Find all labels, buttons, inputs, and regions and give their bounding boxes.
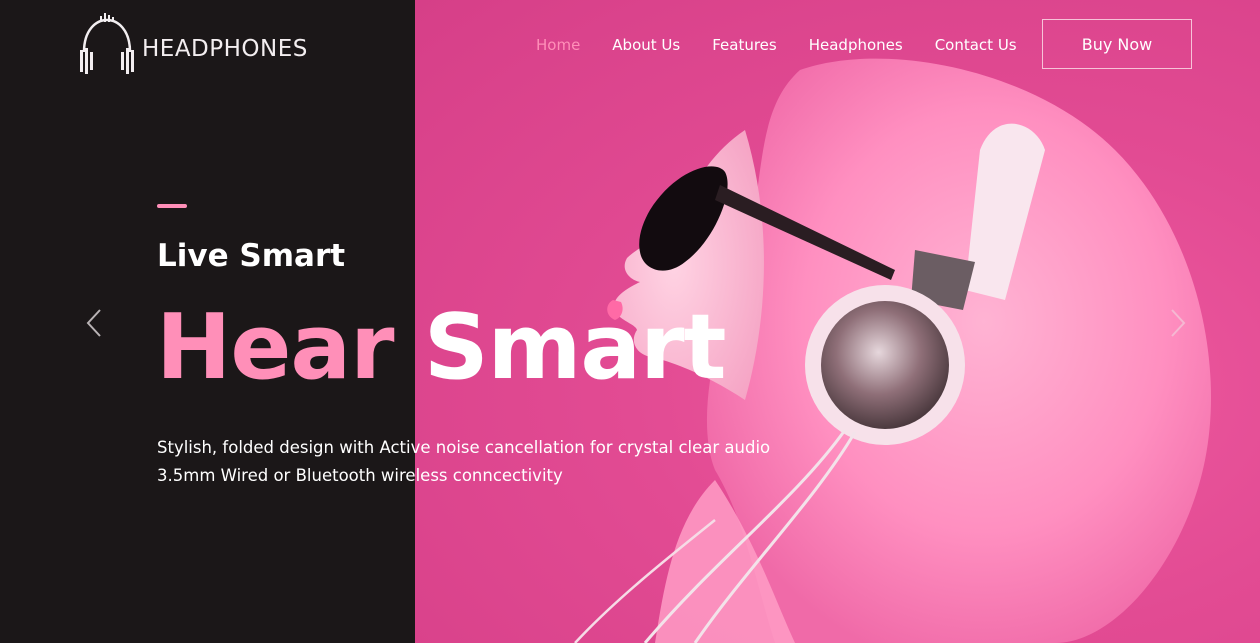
nav-about-us[interactable]: About Us <box>612 36 680 54</box>
main-navigation: Home About Us Features Headphones Contac… <box>536 36 1017 54</box>
nav-contact-us[interactable]: Contact Us <box>935 36 1017 54</box>
site-logo[interactable]: HEADPHONES <box>76 12 308 78</box>
buy-now-button[interactable]: Buy Now <box>1042 19 1192 69</box>
headline-word-hear: Hear <box>156 295 394 400</box>
headphones-logo-icon <box>80 13 134 74</box>
hero-kicker: Live Smart <box>157 238 346 274</box>
chevron-right-icon <box>1171 309 1186 337</box>
nav-headphones[interactable]: Headphones <box>809 36 903 54</box>
logo-text: HEADPHONES <box>142 36 308 62</box>
chevron-left-icon <box>86 309 101 337</box>
headline-word-smart: Smart <box>423 295 727 400</box>
nav-features[interactable]: Features <box>712 36 777 54</box>
nav-home[interactable]: Home <box>536 36 580 54</box>
accent-bar <box>157 204 187 208</box>
hero-description: Stylish, folded design with Active noise… <box>157 438 771 485</box>
hero-headline: Hear Smart <box>156 303 727 393</box>
carousel-prev-button[interactable] <box>80 306 110 340</box>
carousel-next-button[interactable] <box>1162 306 1192 340</box>
